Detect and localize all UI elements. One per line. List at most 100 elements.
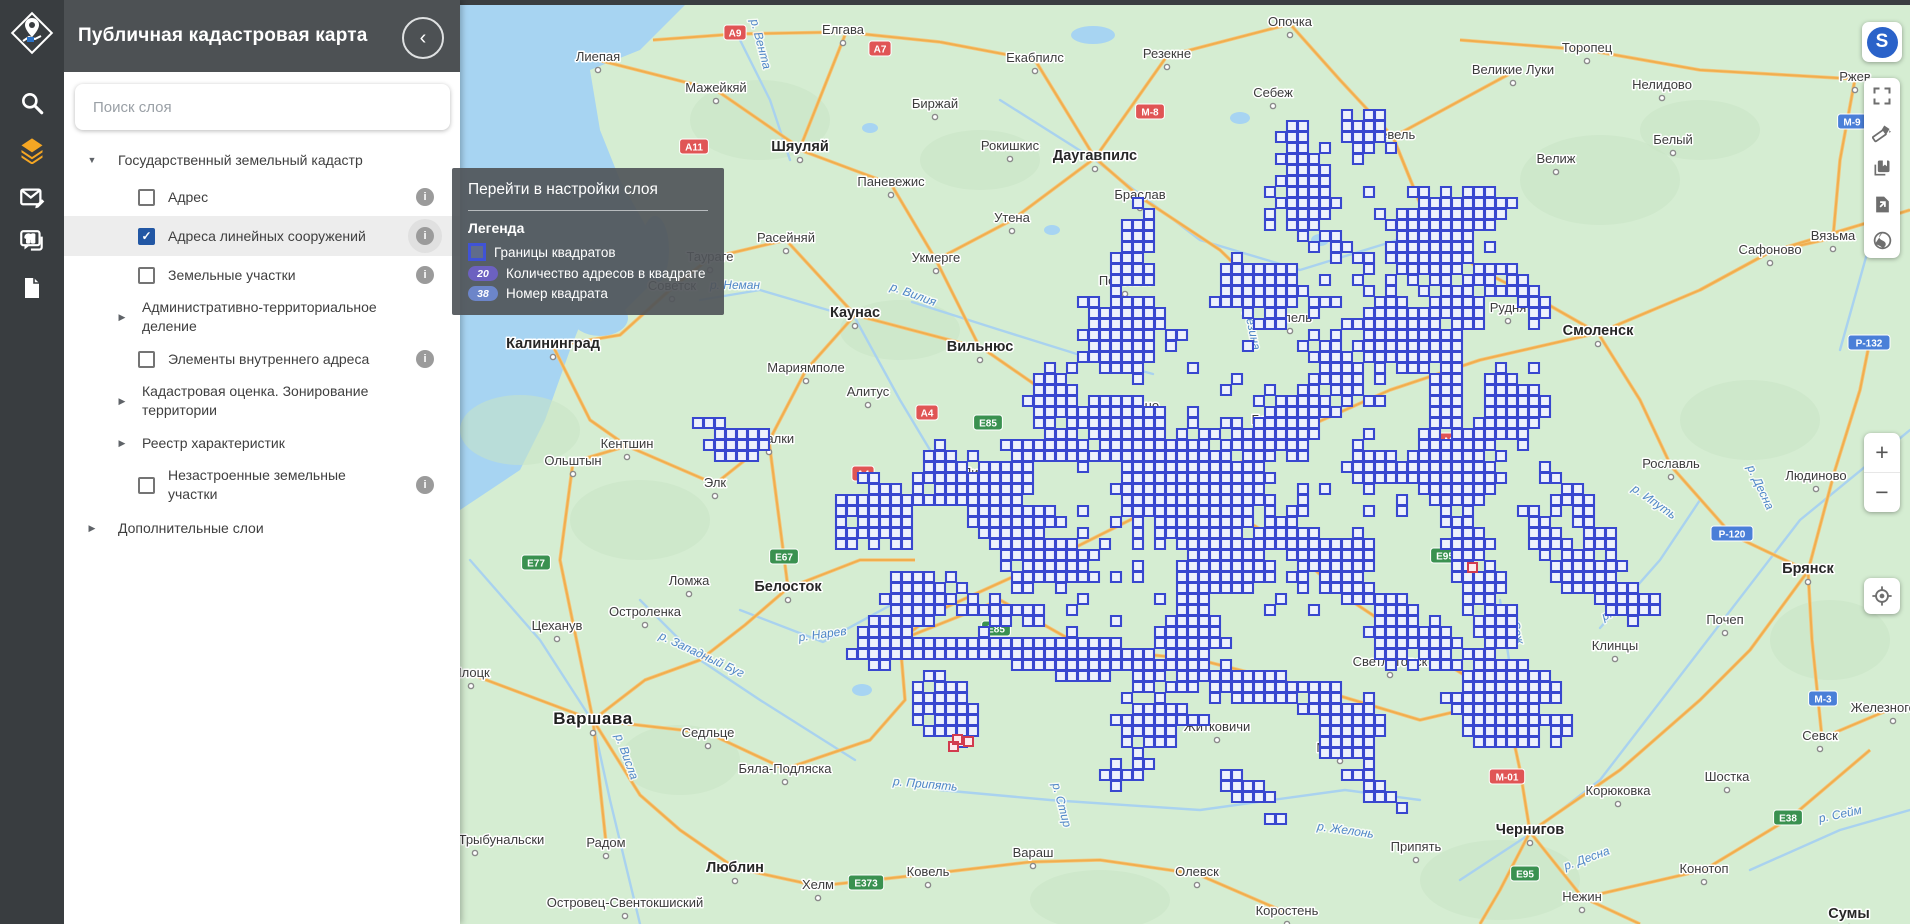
svg-text:?!: ?! — [26, 234, 35, 245]
document-icon[interactable] — [0, 268, 64, 308]
zoom-control: + − — [1864, 433, 1900, 512]
legend-item: 20Количество адресов в квадрате — [468, 266, 708, 281]
legend-item: 38Номер квадрата — [468, 286, 708, 301]
svg-text:Велиж: Велиж — [1536, 151, 1575, 166]
svg-text:Хелм: Хелм — [802, 877, 834, 892]
layer-checkbox[interactable] — [138, 189, 155, 206]
svg-text:Припять: Припять — [1391, 839, 1442, 854]
chevron-right-icon[interactable]: ▶ — [116, 438, 128, 449]
svg-text:Почеп: Почеп — [1706, 612, 1743, 627]
svg-text:Шяуляй: Шяуляй — [771, 139, 829, 155]
layer-group-row[interactable]: ▶ Реестр характеристик — [64, 424, 460, 462]
svg-text:Вильнюс: Вильнюс — [947, 339, 1014, 355]
layer-settings-link[interactable]: Перейти в настройки слоя — [468, 181, 708, 199]
svg-text:Сафоново: Сафоново — [1738, 242, 1801, 257]
layer-label: Реестр характеристик — [142, 434, 285, 453]
measure-icon[interactable] — [1864, 114, 1900, 150]
crosshair-icon — [1871, 585, 1893, 607]
svg-text:Рославль: Рославль — [1642, 456, 1700, 471]
layer-label: Земельные участки — [168, 266, 296, 285]
svg-text:Сумы: Сумы — [1828, 906, 1869, 922]
zoom-in-button[interactable]: + — [1864, 433, 1900, 473]
svg-text:А11: А11 — [685, 143, 703, 154]
legend-item: Границы квадратов — [468, 243, 708, 261]
layer-checkbox-row[interactable]: ✓Адреса линейных сооруженийi — [64, 216, 460, 256]
chat-question-icon[interactable]: ?! — [0, 222, 64, 262]
zoom-out-button[interactable]: − — [1864, 473, 1900, 512]
layer-checkbox-row[interactable]: Элементы внутреннего адресаi — [64, 340, 460, 378]
svg-text:Остроленка: Остроленка — [609, 604, 682, 619]
layer-checkbox[interactable]: ✓ — [138, 228, 155, 245]
chevron-down-icon[interactable]: ▼ — [86, 155, 98, 165]
svg-text:Белосток: Белосток — [754, 579, 822, 595]
svg-text:Великие Луки: Великие Луки — [1472, 62, 1554, 77]
info-icon[interactable]: i — [416, 188, 434, 206]
svg-text:Каунас: Каунас — [830, 305, 880, 321]
export-file-icon[interactable] — [1864, 186, 1900, 222]
sputnik-logo-icon: S — [1867, 27, 1898, 58]
svg-text:Люблин: Люблин — [706, 860, 764, 876]
layer-label: Административно-территориальное деление — [142, 298, 392, 336]
svg-text:Е373: Е373 — [854, 879, 878, 890]
svg-text:Нежин: Нежин — [1562, 889, 1602, 904]
svg-text:Лиепая: Лиепая — [576, 49, 620, 64]
svg-text:Севск: Севск — [1802, 728, 1838, 743]
layer-search-input[interactable] — [91, 98, 425, 117]
svg-text:Вязьма: Вязьма — [1811, 228, 1856, 243]
svg-text:Нелидово: Нелидово — [1632, 77, 1692, 92]
svg-text:Торопец: Торопец — [1562, 40, 1613, 55]
svg-text:Корюковка: Корюковка — [1586, 783, 1652, 798]
map-canvas[interactable]: А9А7А11А4А4М-8М-1М-01Е77Е67Е85Е85Е373Е38… — [460, 0, 1910, 924]
svg-text:Калининград: Калининград — [506, 336, 600, 352]
locate-me-button[interactable] — [1864, 578, 1900, 614]
layer-label: Кадастровая оценка. Зонирование территор… — [142, 382, 392, 420]
svg-text:Ковель: Ковель — [907, 864, 950, 879]
layer-group-row[interactable]: ▶ Дополнительные слои — [64, 508, 460, 548]
svg-text:Кентшин: Кентшин — [601, 436, 654, 451]
svg-text:Островец-Свентокшиский: Островец-Свентокшиский — [547, 895, 703, 910]
layers-icon[interactable] — [0, 130, 64, 170]
layer-group-row[interactable]: ▶ Административно-территориальное деление — [64, 294, 460, 340]
globe-icon[interactable] — [1864, 222, 1900, 258]
svg-text:Опочка: Опочка — [1268, 14, 1313, 29]
layer-checkbox[interactable] — [138, 477, 155, 494]
info-icon[interactable]: i — [416, 266, 434, 284]
svg-text:Е85: Е85 — [979, 419, 997, 430]
svg-text:Людиново: Людиново — [1785, 468, 1846, 483]
info-icon[interactable]: i — [416, 476, 434, 494]
svg-text:Резекне: Резекне — [1143, 46, 1191, 61]
basemap-provider-button[interactable]: S — [1862, 22, 1902, 62]
saved-maps-icon[interactable] — [1864, 150, 1900, 186]
layer-checkbox-row[interactable]: Незастроенные земельные участкиi — [64, 462, 460, 508]
layer-label: Дополнительные слои — [118, 520, 264, 536]
collapse-panel-button[interactable]: ‹ — [402, 17, 444, 59]
info-icon[interactable]: i — [416, 227, 434, 245]
legend-item-label: Границы квадратов — [494, 245, 616, 260]
svg-text:Е77: Е77 — [527, 559, 545, 570]
layer-checkbox[interactable] — [138, 267, 155, 284]
app-title: Публичная кадастровая карта — [78, 25, 368, 47]
svg-text:М-3: М-3 — [1814, 695, 1832, 706]
fullscreen-button[interactable] — [1864, 78, 1900, 114]
svg-text:Вараш: Вараш — [1013, 845, 1054, 860]
svg-text:Себеж: Себеж — [1253, 85, 1293, 100]
layer-group-row[interactable]: ▼Государственный земельный кадастр — [64, 142, 460, 178]
svg-text:Е95: Е95 — [1516, 870, 1534, 881]
chevron-right-icon[interactable]: ▶ — [116, 312, 128, 323]
map-top-strip — [460, 0, 1910, 5]
layer-checkbox[interactable] — [138, 351, 155, 368]
layer-checkbox-row[interactable]: Адресi — [64, 178, 460, 216]
chevron-right-icon[interactable]: ▶ — [116, 396, 128, 407]
layer-group-row[interactable]: ▶ Кадастровая оценка. Зонирование террито… — [64, 378, 460, 424]
info-icon[interactable]: i — [416, 350, 434, 368]
chevron-right-icon[interactable]: ▶ — [86, 523, 98, 534]
layer-checkbox-row[interactable]: Земельные участки i — [64, 256, 460, 294]
layer-list: ▼Государственный земельный кадастрАдресi… — [64, 142, 460, 548]
svg-text:Алитус: Алитус — [847, 384, 890, 399]
app-logo-icon[interactable] — [0, 0, 64, 66]
svg-text:Екабпилс: Екабпилс — [1006, 50, 1064, 65]
mail-edit-icon[interactable] — [0, 177, 64, 217]
svg-text:Паневежис: Паневежис — [857, 174, 925, 189]
map-toolbar — [1864, 78, 1900, 258]
search-icon[interactable] — [0, 83, 64, 123]
